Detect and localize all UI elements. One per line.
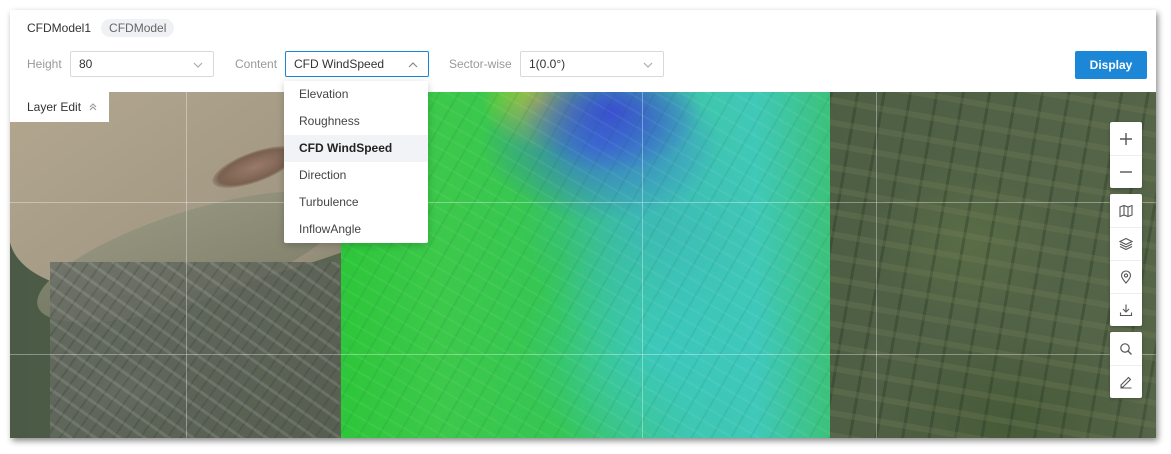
- content-dropdown-menu: Elevation Roughness CFD WindSpeed Direct…: [284, 81, 428, 243]
- double-chevron-up-icon: [89, 103, 97, 111]
- location-button[interactable]: [1110, 260, 1142, 293]
- content-option-elevation[interactable]: Elevation: [284, 81, 428, 108]
- map-grid-line: [642, 92, 643, 438]
- search-icon: [1120, 342, 1132, 355]
- edit-button[interactable]: [1110, 365, 1142, 398]
- map-layer-tools: [1110, 194, 1142, 326]
- map-edit-tools: [1110, 332, 1142, 398]
- model-title: CFDModel1: [27, 21, 92, 35]
- height-value: 80: [79, 57, 93, 71]
- map-icon: [1119, 204, 1133, 217]
- chevron-down-icon: [193, 62, 203, 68]
- farmland-area: [830, 92, 1156, 438]
- content-option-inflowangle[interactable]: InflowAngle: [284, 216, 428, 243]
- content-label: Content: [235, 57, 278, 71]
- urban-area: [50, 262, 340, 438]
- controls-bar: Height 80 Content CFD WindSpeed Sector-w…: [27, 51, 1147, 79]
- display-button[interactable]: Display: [1075, 51, 1147, 79]
- chevron-up-icon: [408, 62, 418, 68]
- sector-label: Sector-wise: [449, 57, 512, 71]
- content-option-direction[interactable]: Direction: [284, 162, 428, 189]
- zoom-out-icon: [1120, 171, 1132, 173]
- map-toolbar: [1110, 122, 1142, 404]
- zoom-out-button[interactable]: [1110, 155, 1142, 188]
- zoom-in-icon: [1120, 132, 1132, 145]
- cfd-model-panel: CFDModel1 CFDModel Height 80 Content CFD…: [10, 10, 1156, 438]
- layer-edit-label: Layer Edit: [27, 100, 82, 114]
- layers-icon: [1119, 237, 1133, 251]
- map-grid-line: [10, 354, 1156, 355]
- download-button[interactable]: [1110, 293, 1142, 326]
- map-grid-line: [186, 92, 187, 438]
- chevron-down-icon: [643, 62, 653, 68]
- map-type-button[interactable]: [1110, 194, 1142, 227]
- map-view[interactable]: Layer Edit: [10, 92, 1156, 438]
- edit-icon: [1120, 376, 1132, 389]
- content-option-turbulence[interactable]: Turbulence: [284, 189, 428, 216]
- content-option-cfd-windspeed[interactable]: CFD WindSpeed: [284, 135, 428, 162]
- height-label: Height: [27, 57, 62, 71]
- map-grid-line: [876, 92, 877, 438]
- title-row: CFDModel1 CFDModel: [27, 19, 175, 37]
- location-pin-icon: [1120, 270, 1132, 284]
- content-select[interactable]: CFD WindSpeed: [285, 51, 429, 77]
- height-select[interactable]: 80: [70, 51, 214, 77]
- content-value: CFD WindSpeed: [294, 57, 385, 71]
- zoom-in-button[interactable]: [1110, 122, 1142, 155]
- model-type-tag: CFDModel: [101, 19, 175, 37]
- layers-button[interactable]: [1110, 227, 1142, 260]
- download-icon: [1119, 304, 1133, 317]
- zoom-controls: [1110, 122, 1142, 188]
- content-option-roughness[interactable]: Roughness: [284, 108, 428, 135]
- sector-value: 1(0.0°): [529, 57, 566, 71]
- layer-edit-toggle[interactable]: Layer Edit: [10, 92, 109, 122]
- search-button[interactable]: [1110, 332, 1142, 365]
- map-grid-line: [10, 202, 1156, 203]
- sector-select[interactable]: 1(0.0°): [520, 51, 664, 77]
